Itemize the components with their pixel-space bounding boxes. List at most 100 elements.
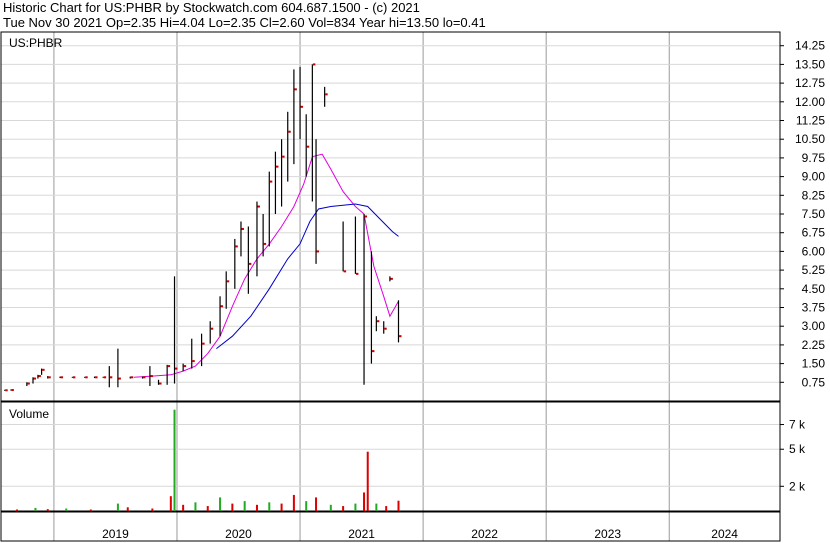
price-tick-label: 8.25 — [802, 188, 826, 202]
close-marker — [294, 88, 297, 91]
close-marker — [226, 280, 230, 283]
volume-bar — [116, 503, 119, 511]
close-marker — [220, 305, 224, 308]
volume-bar — [65, 508, 68, 511]
close-marker — [150, 375, 153, 378]
close-marker — [183, 365, 187, 368]
volume-bar — [169, 496, 172, 511]
panel-frames — [0, 31, 781, 542]
close-marker — [175, 367, 178, 370]
close-marker — [316, 250, 320, 253]
close-marker — [27, 382, 30, 385]
close-marker — [257, 205, 260, 208]
volume-bar — [292, 494, 295, 511]
volume-bar — [305, 501, 308, 511]
price-tick-label: 3.75 — [802, 301, 826, 315]
volume-bar — [231, 503, 234, 511]
volume-bar — [255, 504, 258, 511]
close-marker — [109, 376, 113, 379]
volume-tick-label: 7 k — [789, 418, 806, 432]
close-marker — [376, 320, 380, 323]
close-marker — [343, 270, 347, 273]
close-marker — [210, 327, 214, 330]
price-tick-label: 10.50 — [795, 132, 825, 146]
price-tick-label: 11.25 — [796, 114, 825, 128]
close-marker — [5, 389, 8, 392]
volume-bar — [182, 504, 185, 511]
chart-canvas: 14.25 13.50 12.75 12.00 11.25 10.50 9.75 9.00 8.… — [0, 31, 825, 542]
price-tick-label: 3.00 — [802, 319, 826, 333]
price-tick-label: 14.25 — [795, 39, 825, 53]
volume-panel-frame — [0, 401, 781, 512]
close-marker — [312, 63, 316, 66]
volume-tick-label: 5 k — [789, 442, 806, 456]
volume-bar — [375, 503, 378, 511]
close-marker — [11, 389, 14, 392]
year-label: 2022 — [471, 527, 498, 541]
grid-lines — [1, 32, 784, 541]
close-marker — [288, 130, 291, 133]
volume-tick-label: 2 k — [789, 479, 806, 493]
close-marker — [306, 145, 310, 148]
close-marker — [398, 335, 402, 338]
volume-bar — [151, 508, 154, 511]
volume-bar — [315, 497, 318, 511]
volume-bar — [363, 492, 366, 511]
volume-bar — [15, 509, 18, 511]
volume-bar — [194, 502, 197, 511]
close-marker — [38, 375, 41, 378]
price-tick-label: 7.50 — [802, 207, 826, 221]
close-marker — [130, 376, 134, 379]
volume-panel-label: Volume — [9, 407, 49, 421]
price-tick-label: 2.25 — [802, 338, 826, 352]
volume-bar — [206, 506, 209, 511]
volume-bar — [366, 451, 369, 511]
volume-bar — [354, 503, 357, 511]
volume-bar — [173, 409, 176, 511]
close-marker — [33, 377, 36, 380]
price-tick-label: 1.50 — [802, 357, 826, 371]
year-label: 2020 — [225, 527, 252, 541]
close-marker — [390, 277, 393, 280]
price-tick-label: 0.75 — [802, 375, 826, 389]
volume-bar — [219, 497, 222, 511]
volume-bar — [280, 503, 283, 511]
close-marker — [282, 155, 285, 158]
volume-bar — [34, 507, 37, 511]
close-marker — [167, 365, 171, 368]
close-marker — [269, 180, 273, 183]
close-marker — [384, 327, 387, 330]
close-marker — [364, 215, 368, 218]
volume-bar — [243, 501, 246, 511]
close-marker — [275, 165, 279, 168]
price-tick-label: 13.50 — [795, 57, 825, 71]
symbol-label: US:PHBR — [9, 36, 63, 50]
volume-bar — [268, 502, 271, 511]
year-label: 2019 — [102, 527, 129, 541]
price-tick-label: 12.00 — [795, 95, 825, 109]
close-marker — [248, 262, 252, 265]
close-marker — [60, 376, 64, 379]
price-tick-label: 5.25 — [802, 263, 826, 277]
price-tick-label: 12.75 — [795, 76, 825, 90]
short-moving-average-line — [133, 153, 399, 378]
close-marker — [192, 360, 195, 363]
close-marker — [325, 93, 328, 96]
volume-bar — [329, 504, 332, 511]
close-marker — [355, 272, 359, 275]
volume-bar — [89, 509, 92, 511]
close-marker — [235, 245, 238, 248]
axis-labels: 14.25 13.50 12.75 12.00 11.25 10.50 9.75 9.00 8.… — [102, 39, 825, 541]
price-tick-label: 9.00 — [802, 170, 826, 184]
year-label: 2021 — [348, 527, 375, 541]
volume-bar — [385, 506, 388, 511]
price-tick-label: 9.75 — [802, 151, 826, 165]
close-marker — [103, 376, 107, 379]
price-panel-frame — [0, 31, 781, 402]
close-marker — [95, 376, 98, 379]
close-marker — [202, 342, 205, 345]
close-marker — [241, 227, 244, 230]
year-label: 2023 — [594, 527, 621, 541]
close-marker — [263, 242, 267, 245]
close-marker — [300, 105, 304, 108]
